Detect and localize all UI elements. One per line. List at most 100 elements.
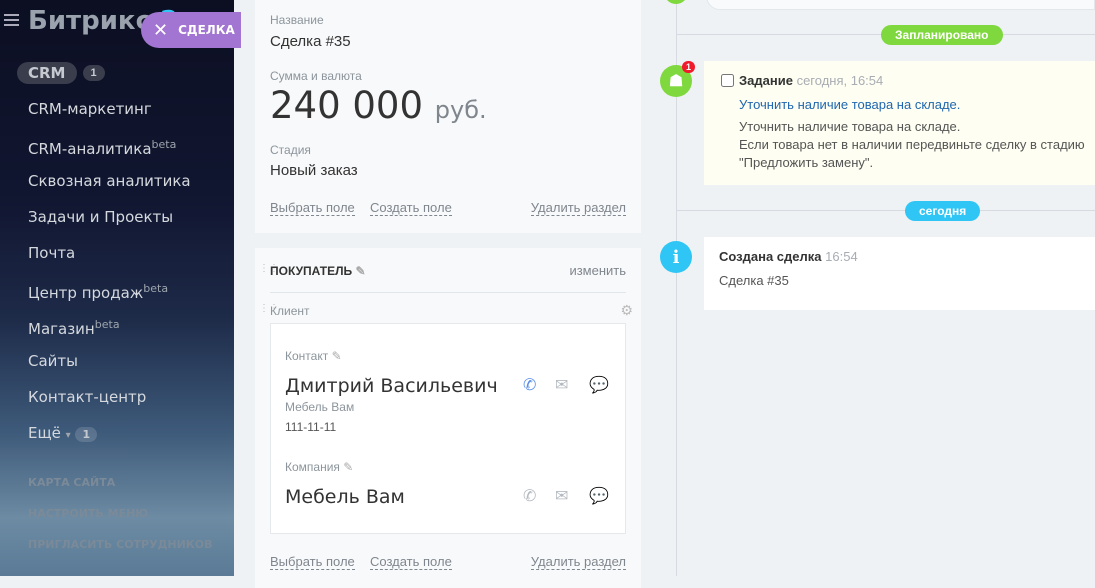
desc-line: Если товара нет в наличии передвиньте сд… <box>739 137 1085 152</box>
task-card: Задание сегодня, 16:54 Уточнить наличие … <box>704 61 1095 185</box>
pencil-icon[interactable]: ✎ <box>355 264 365 278</box>
close-slider-tab[interactable]: ✕ СДЕЛКА <box>141 12 241 48</box>
beta: beta <box>143 282 169 295</box>
created-card: Создана сделка 16:54 Сделка #35 <box>704 237 1095 310</box>
chevron-down-icon: ▾ <box>65 430 71 441</box>
configure-menu-link[interactable]: НАСТРОИТЬ МЕНЮ <box>28 507 148 520</box>
label: Задачи и Проекты <box>28 208 174 226</box>
created-header: Создана сделка 16:54 <box>719 249 858 264</box>
label: Сайты <box>28 352 78 370</box>
task-counter: 1 <box>682 61 696 73</box>
sum: 240 000 <box>270 84 424 127</box>
delete-section-link[interactable]: Удалить раздел <box>530 200 626 216</box>
sidebar-item-crm[interactable]: CRM 1 <box>17 62 105 84</box>
invite-link[interactable]: ПРИГЛАСИТЬ СОТРУДНИКОВ <box>28 538 213 551</box>
today-badge: сегодня <box>905 201 981 221</box>
phone-icon[interactable]: ✆ <box>523 486 536 506</box>
create-field-link[interactable]: Создать поле <box>370 554 452 570</box>
sidebar-item[interactable]: Почта <box>28 242 191 278</box>
label: Ещё <box>28 424 61 442</box>
sidebar-item-more[interactable]: Ещё ▾ 1 <box>28 422 191 458</box>
deal-stage: Новый заказ <box>270 162 358 179</box>
divider <box>270 292 626 293</box>
crm-label: CRM <box>17 62 77 84</box>
delete-section-link[interactable]: Удалить раздел <box>530 554 626 570</box>
select-field-link[interactable]: Выбрать поле <box>270 554 355 570</box>
logo-text: Битрикс <box>28 6 151 36</box>
count: 1 <box>75 427 98 442</box>
contact-phone: 111-11-11 <box>285 420 337 434</box>
client-block: Контакт ✎ Дмитрий Васильевич Мебель Вам … <box>270 323 626 534</box>
crm-count: 1 <box>82 65 105 81</box>
task-time: сегодня, 16:54 <box>796 73 884 88</box>
stage-label: Стадия <box>270 143 311 157</box>
comment-editor[interactable] <box>706 0 1095 10</box>
task-title: Задание <box>739 73 793 88</box>
label: Центр продаж <box>28 284 144 302</box>
label: Контакт-центр <box>28 388 147 406</box>
contact-name[interactable]: Дмитрий Васильевич <box>285 375 498 397</box>
label: Сквозная аналитика <box>28 172 191 190</box>
buyer-title: ПОКУПАТЕЛЬ ✎ <box>270 264 366 278</box>
label: Магазин <box>28 320 95 338</box>
company-label: Компания ✎ <box>285 460 353 474</box>
deal-name: Сделка #35 <box>270 33 351 50</box>
contact-company: Мебель Вам <box>285 400 355 414</box>
sidebar-item[interactable]: Задачи и Проекты <box>28 206 191 242</box>
close-icon: ✕ <box>153 19 169 41</box>
planned-badge: Запланировано <box>881 25 1003 45</box>
beta: beta <box>151 138 177 151</box>
desc-line: "Предложить замену". <box>739 155 874 170</box>
change-link[interactable]: изменить <box>569 263 626 278</box>
chat-icon[interactable]: 💬 <box>589 375 609 395</box>
deal-sum: 240 000 руб. <box>270 84 487 127</box>
sidebar-item[interactable]: Центр продажbeta <box>28 278 191 314</box>
label: CRM-маркетинг <box>28 100 152 118</box>
beta: beta <box>94 318 120 331</box>
label: Почта <box>28 244 76 262</box>
sidebar-item[interactable]: CRM-маркетинг <box>28 98 191 134</box>
sidebar-nav: CRM-маркетинг CRM-аналитикаbeta Сквозная… <box>28 98 191 458</box>
company-name[interactable]: Мебель Вам <box>285 486 405 508</box>
name-label: Название <box>270 13 324 27</box>
task-checkbox[interactable] <box>721 74 734 87</box>
pencil-icon[interactable]: ✎ <box>332 349 342 363</box>
sidebar-item[interactable]: CRM-аналитикаbeta <box>28 134 191 170</box>
sidebar-item[interactable]: Контакт-центр <box>28 386 191 422</box>
sidebar-item[interactable]: Сквозная аналитика <box>28 170 191 206</box>
contact-label: Контакт ✎ <box>285 349 342 363</box>
create-field-link[interactable]: Создать поле <box>370 200 452 216</box>
task-header: Задание сегодня, 16:54 <box>739 73 883 88</box>
deal-info-card: Название Сделка #35 Сумма и валюта 240 0… <box>255 0 641 233</box>
created-time: 16:54 <box>825 249 858 264</box>
label: Компания <box>285 460 340 474</box>
sidebar: Битрикс 2 CRM1 CRM-маркетинг CRM-аналити… <box>0 0 234 576</box>
task-link[interactable]: Уточнить наличие товара на складе. <box>739 97 960 112</box>
select-field-link[interactable]: Выбрать поле <box>270 200 355 216</box>
sum-label: Сумма и валюта <box>270 69 362 83</box>
label: Контакт <box>285 349 329 363</box>
chat-icon[interactable]: 💬 <box>589 486 609 506</box>
buyer-card: ⋮⋮ ПОКУПАТЕЛЬ ✎ изменить ⋮⋮ Клиент ⚙ Кон… <box>255 248 641 588</box>
gear-icon[interactable]: ⚙ <box>620 302 633 319</box>
label: CRM-аналитика <box>28 140 152 158</box>
title: ПОКУПАТЕЛЬ <box>270 264 353 278</box>
mail-icon[interactable]: ✉ <box>555 486 568 506</box>
created-text: Сделка #35 <box>719 273 789 288</box>
desc-line: Уточнить наличие товара на складе. <box>739 119 961 134</box>
divider <box>676 210 1095 211</box>
phone-icon[interactable]: ✆ <box>523 375 536 395</box>
created-title: Создана сделка <box>719 249 822 264</box>
task-description: Уточнить наличие товара на складе. Если … <box>739 118 1085 172</box>
client-label: Клиент <box>270 304 310 318</box>
sitemap-link[interactable]: КАРТА САЙТА <box>28 476 115 489</box>
menu-icon[interactable] <box>4 14 19 26</box>
timeline-dot <box>664 0 688 4</box>
sidebar-item[interactable]: Магазинbeta <box>28 314 191 350</box>
currency: руб. <box>434 96 487 124</box>
pencil-icon[interactable]: ✎ <box>343 460 353 474</box>
mail-icon[interactable]: ✉ <box>555 375 568 395</box>
tab-label: СДЕЛКА <box>178 23 235 37</box>
info-icon: i <box>660 241 692 273</box>
sidebar-item[interactable]: Сайты <box>28 350 191 386</box>
